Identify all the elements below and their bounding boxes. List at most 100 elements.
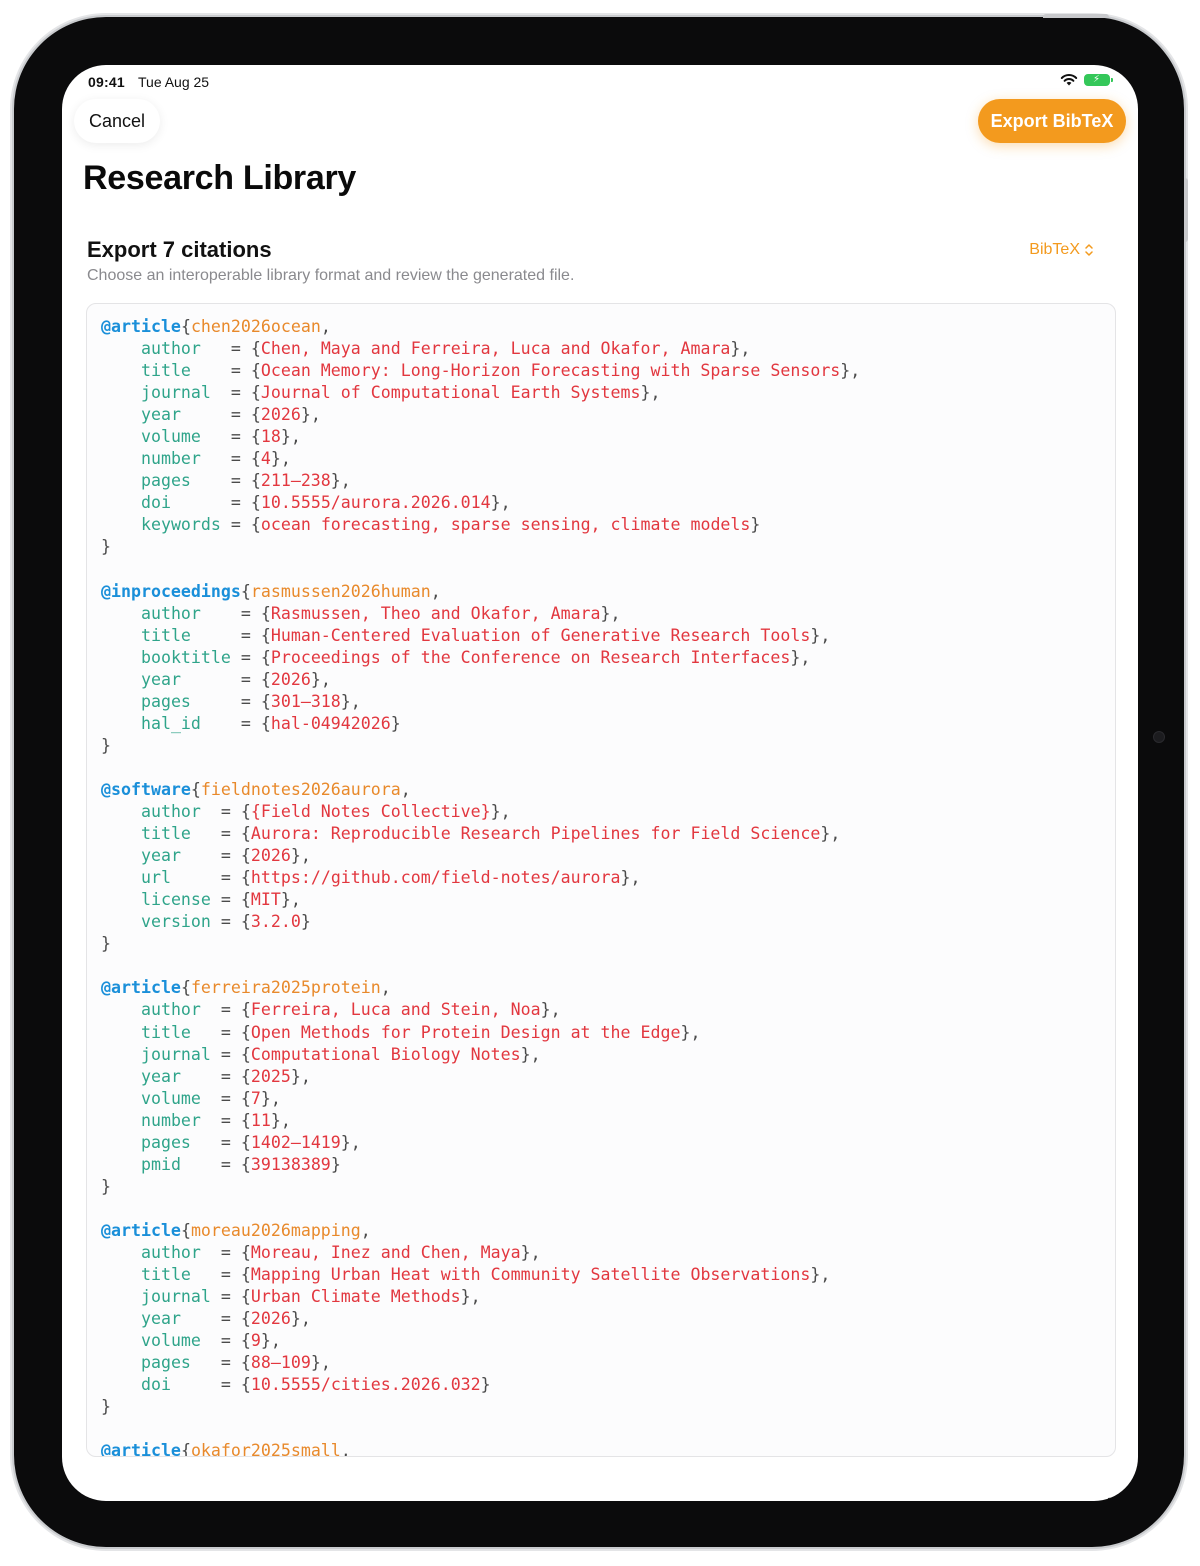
export-bibtex-button[interactable]: Export BibTeX (978, 99, 1126, 143)
bibtex-entry: @article{okafor2025small, (101, 1441, 351, 1457)
status-icons: ⚡ (1060, 73, 1113, 86)
field-value: 10.5555/aurora.2026.014 (260, 493, 491, 513)
field-name: pages (140, 1132, 191, 1152)
field-name: pages (140, 1353, 191, 1373)
field-value: hal-04942026 (270, 713, 391, 733)
field-value: 2025 (250, 1066, 291, 1086)
field-value: 2026 (270, 669, 311, 689)
field-name: doi (140, 493, 171, 513)
field-name: doi (140, 1375, 171, 1395)
entry-type: @article (101, 317, 181, 336)
field-value: 4 (260, 449, 271, 469)
field-name: url (140, 868, 171, 888)
field-name: year (140, 1066, 181, 1086)
field-name: author (140, 339, 201, 359)
field-value: Computational Biology Notes (250, 1044, 521, 1064)
field-name: volume (140, 427, 201, 447)
field-name: year (140, 1309, 181, 1329)
field-name: journal (140, 1044, 211, 1064)
field-name: year (140, 405, 181, 425)
entry-key: ferreira2025protein (190, 978, 381, 998)
field-value: 301–318 (270, 691, 341, 711)
camera (1153, 731, 1165, 743)
field-value: 88–109 (250, 1353, 311, 1373)
side-button (1184, 178, 1188, 242)
field-value: 11 (250, 1110, 271, 1130)
field-name: pages (140, 691, 191, 711)
status-time: 09:41 (88, 74, 125, 90)
field-name: volume (140, 1331, 201, 1351)
field-value: Chen, Maya and Ferreira, Luca and Okafor… (260, 339, 731, 359)
entry-key: rasmussen2026human (250, 581, 431, 601)
entry-key: chen2026ocean (190, 317, 321, 336)
field-value: 39138389 (250, 1154, 331, 1174)
field-name: journal (140, 383, 211, 403)
field-name: booktitle (140, 647, 231, 667)
field-name: title (140, 625, 191, 645)
status-date: Tue Aug 25 (138, 74, 210, 90)
bibtex-code: @article{chen2026ocean, author = {Chen, … (101, 316, 861, 1457)
entry-type: @article (101, 978, 181, 998)
field-name: author (140, 1000, 201, 1020)
field-name: title (140, 1265, 191, 1285)
bibtex-entry: @article{ferreira2025protein, author = {… (101, 978, 701, 1196)
resize-corner-icon (1108, 1476, 1137, 1500)
page-title: Research Library (83, 159, 357, 197)
field-value: 10.5555/cities.2026.032 (250, 1375, 481, 1395)
field-value: Ferreira, Luca and Stein, Noa (250, 1000, 541, 1020)
field-name: number (140, 449, 201, 469)
field-value: 7 (250, 1088, 261, 1108)
bibtex-entry: @software{fieldnotes2026aurora, author =… (101, 779, 841, 954)
field-value: Moreau, Inez and Chen, Maya (250, 1242, 521, 1262)
battery-charging-icon: ⚡ (1084, 73, 1113, 86)
entry-type: @inproceedings (101, 581, 241, 601)
field-value: Open Methods for Protein Design at the E… (250, 1022, 681, 1042)
field-value: Urban Climate Methods (250, 1287, 461, 1307)
section-subtitle: Choose an interoperable library format a… (87, 267, 575, 284)
field-value: ocean forecasting, sparse sensing, clima… (260, 515, 751, 535)
field-name: keywords (140, 515, 221, 535)
section-title: Export 7 citations (87, 237, 272, 262)
bibtex-preview[interactable]: @article{chen2026ocean, author = {Chen, … (86, 303, 1116, 1457)
field-name: pmid (140, 1154, 181, 1174)
field-name: license (140, 890, 211, 910)
entry-key: fieldnotes2026aurora (200, 779, 401, 799)
chevron-up-down-icon (1085, 244, 1093, 256)
field-value: Rasmussen, Theo and Okafor, Amara (270, 603, 601, 623)
field-name: title (140, 361, 191, 381)
field-name: author (140, 1242, 201, 1262)
field-name: year (140, 669, 181, 689)
field-name: author (140, 802, 201, 822)
field-name: year (140, 846, 181, 866)
bibtex-entry: @article{chen2026ocean, author = {Chen, … (101, 317, 861, 557)
field-value: 18 (260, 427, 281, 447)
top-button (1043, 14, 1109, 18)
field-name: volume (140, 1088, 201, 1108)
screen: 09:41 Tue Aug 25 ⚡ Cancel Export BibTeX … (62, 65, 1138, 1501)
bibtex-entry: @article{moreau2026mapping, author = {Mo… (101, 1220, 831, 1417)
field-value: 3.2.0 (250, 912, 301, 932)
field-name: number (140, 1110, 201, 1130)
field-value: 211–238 (260, 471, 331, 491)
field-value: 2026 (250, 1309, 291, 1329)
entry-type: @article (101, 1220, 181, 1240)
format-picker[interactable]: BibTeX (1029, 241, 1094, 259)
bibtex-entry: @inproceedings{rasmussen2026human, autho… (101, 581, 831, 755)
wifi-icon (1060, 74, 1078, 86)
field-name: hal_id (140, 713, 201, 733)
field-name: title (140, 1022, 191, 1042)
field-value: {Field Notes Collective} (250, 802, 491, 822)
cancel-button[interactable]: Cancel (74, 99, 160, 143)
entry-type: @article (101, 1441, 181, 1457)
field-value: Journal of Computational Earth Systems (260, 383, 641, 403)
field-value: 2026 (260, 405, 301, 425)
field-value: Human-Centered Evaluation of Generative … (270, 625, 811, 645)
field-value: Ocean Memory: Long-Horizon Forecasting w… (260, 361, 841, 381)
field-value: https://github.com/field-notes/aurora (250, 868, 621, 888)
entry-key: moreau2026mapping (190, 1220, 361, 1240)
field-value: 9 (250, 1331, 261, 1351)
field-name: title (140, 824, 191, 844)
entry-key: okafor2025small (190, 1441, 341, 1457)
field-name: version (140, 912, 211, 932)
format-picker-label: BibTeX (1029, 241, 1080, 258)
